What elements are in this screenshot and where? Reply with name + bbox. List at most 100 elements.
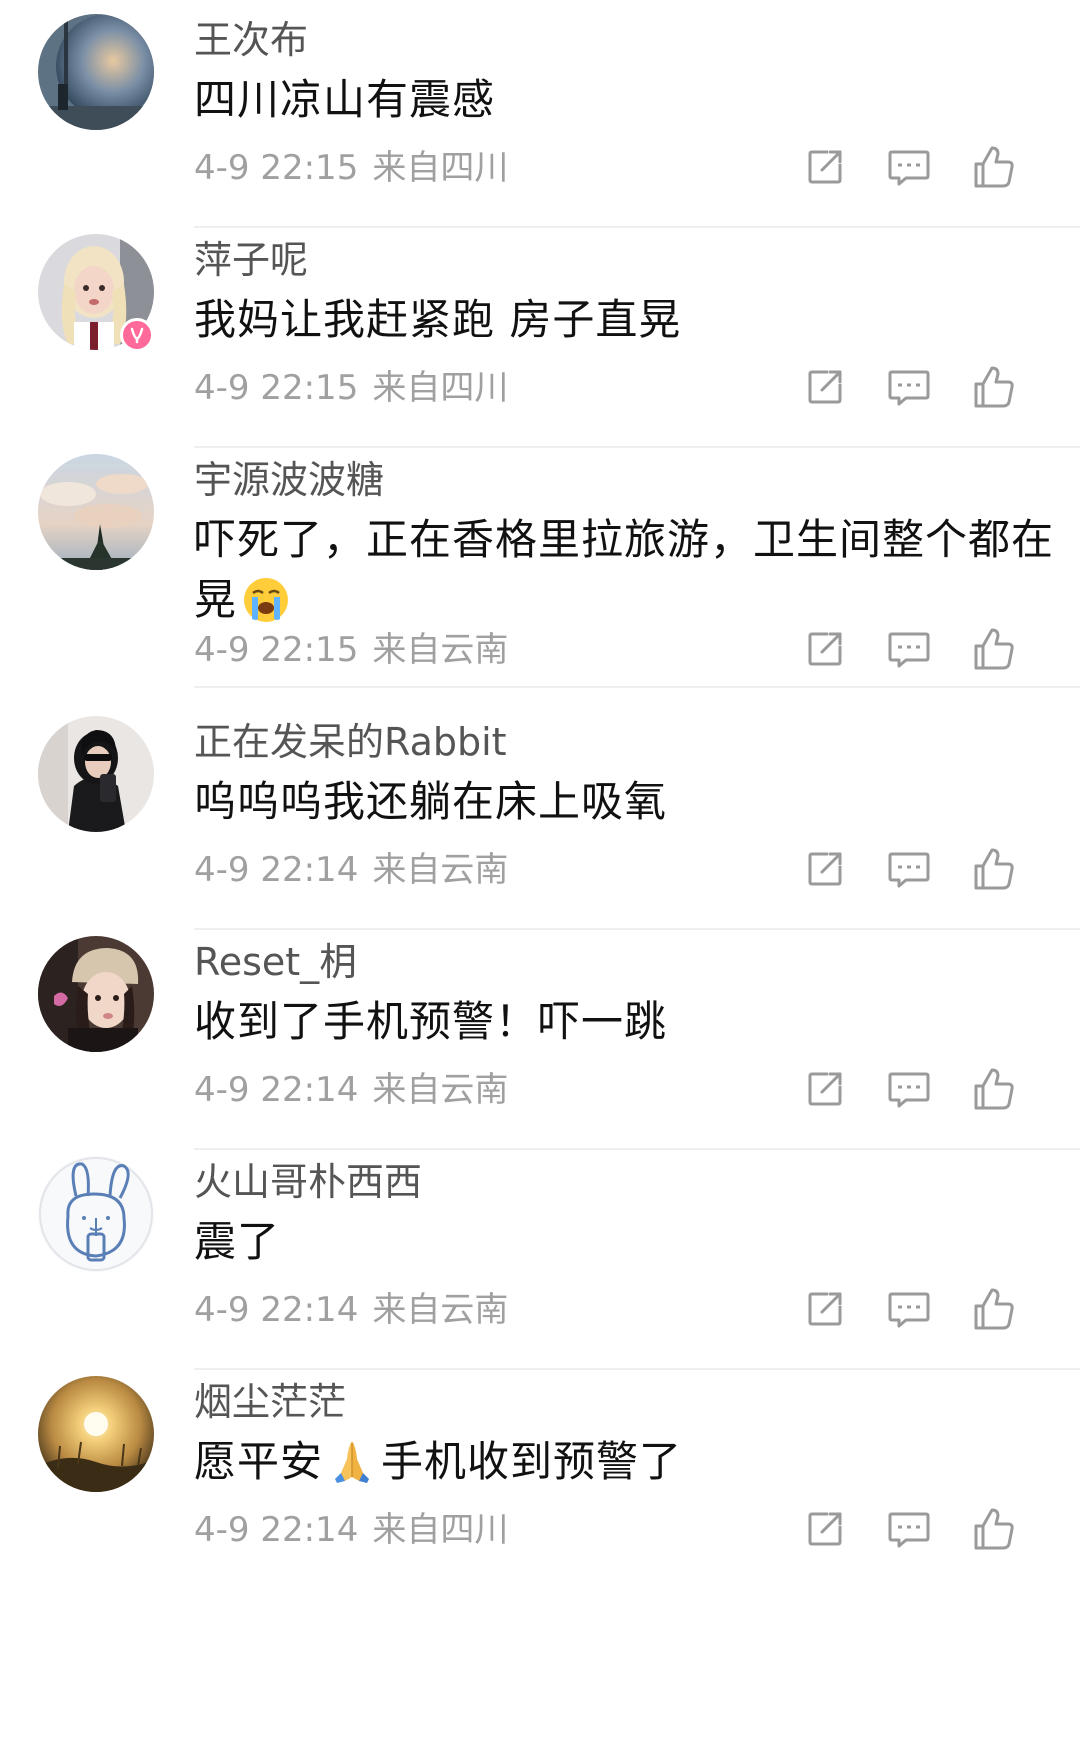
timestamp: 4-9 22:14: [194, 1290, 359, 1330]
avatar[interactable]: [38, 936, 154, 1052]
avatar[interactable]: [38, 1376, 154, 1492]
location-label: 来自四川: [372, 148, 509, 188]
comment-icon: [884, 1504, 934, 1554]
repost-icon: [800, 1284, 850, 1334]
username[interactable]: 萍子呢: [194, 234, 308, 286]
comment-text-body: 愿平安: [194, 1437, 324, 1486]
comment-text: 吓死了，正在香格里拉旅游，卫生间整个都在晃: [194, 510, 1054, 630]
comment-item: 正在发呆的Rabbit 呜呜呜我还躺在床上吸氧 4-9 22:14 来自云南: [0, 702, 1080, 930]
like-button[interactable]: [968, 362, 1018, 412]
comment-meta: 4-9 22:14 来自四川: [194, 1508, 508, 1552]
repost-icon: [800, 624, 850, 674]
crying-emoji: [241, 575, 291, 625]
timestamp: 4-9 22:14: [194, 1510, 359, 1550]
comment-actions: [800, 1064, 1060, 1114]
like-button[interactable]: [968, 844, 1018, 894]
reply-button[interactable]: [884, 142, 934, 192]
timestamp: 4-9 22:15: [194, 148, 359, 188]
avatar[interactable]: [38, 14, 154, 130]
like-button[interactable]: [968, 1064, 1018, 1114]
comment-text-body: 吓死了，正在香格里拉旅游，卫生间整个都在晃: [194, 515, 1055, 624]
repost-button[interactable]: [800, 1504, 850, 1554]
comment-meta: 4-9 22:14 来自云南: [194, 1068, 508, 1112]
username[interactable]: Reset_枂: [194, 936, 357, 988]
comment-actions: [800, 1284, 1060, 1334]
repost-icon: [800, 844, 850, 894]
comment-actions: [800, 1504, 1060, 1554]
username[interactable]: 宇源波波糖: [194, 454, 384, 506]
location-label: 来自云南: [372, 1070, 509, 1110]
comment-actions: [800, 624, 1060, 674]
comment-text: 愿平安 手机收到预警了: [194, 1432, 1054, 1492]
comment-item: 王次布四川凉山有震感 4-9 22:15 来自四川: [0, 0, 1080, 228]
username[interactable]: 火山哥朴西西: [194, 1156, 422, 1208]
location-label: 来自四川: [372, 1510, 509, 1550]
comment-icon: [884, 844, 934, 894]
divider: [194, 686, 1080, 688]
thumbs-up-icon: [968, 1284, 1018, 1334]
comment-text-body: 收到了手机预警！吓一跳: [194, 997, 668, 1046]
comment-text: 呜呜呜我还躺在床上吸氧: [194, 772, 1054, 832]
like-button[interactable]: [968, 1284, 1018, 1334]
timestamp: 4-9 22:15: [194, 630, 359, 670]
reply-button[interactable]: [884, 1064, 934, 1114]
like-button[interactable]: [968, 142, 1018, 192]
comment-text-body: 我妈让我赶紧跑 房子直晃: [194, 295, 682, 344]
reply-button[interactable]: [884, 624, 934, 674]
like-button[interactable]: [968, 1504, 1018, 1554]
verified-badge-icon: [120, 318, 154, 352]
comment-actions: [800, 142, 1060, 192]
comment-text: 四川凉山有震感: [194, 70, 1054, 130]
comment-meta: 4-9 22:15 来自四川: [194, 146, 508, 190]
reply-button[interactable]: [884, 1284, 934, 1334]
comment-meta: 4-9 22:15 来自云南: [194, 628, 508, 672]
comment-item: 火山哥朴西西 震了 4-9 22:14 来自云南: [0, 1142, 1080, 1370]
comment-icon: [884, 624, 934, 674]
location-label: 来自四川: [372, 368, 509, 408]
location-label: 来自云南: [372, 1290, 509, 1330]
like-button[interactable]: [968, 624, 1018, 674]
thumbs-up-icon: [968, 142, 1018, 192]
comment-text: 我妈让我赶紧跑 房子直晃: [194, 290, 1054, 350]
repost-button[interactable]: [800, 624, 850, 674]
comment-item: 萍子呢我妈让我赶紧跑 房子直晃 4-9 22:15 来自四川: [0, 220, 1080, 448]
repost-button[interactable]: [800, 844, 850, 894]
repost-button[interactable]: [800, 1284, 850, 1334]
timestamp: 4-9 22:14: [194, 1070, 359, 1110]
timestamp: 4-9 22:15: [194, 368, 359, 408]
comment-icon: [884, 1284, 934, 1334]
repost-button[interactable]: [800, 142, 850, 192]
thumbs-up-icon: [968, 362, 1018, 412]
username[interactable]: 正在发呆的Rabbit: [194, 716, 507, 768]
avatar[interactable]: [38, 454, 154, 570]
praying-hands-emoji: [327, 1437, 377, 1487]
repost-button[interactable]: [800, 1064, 850, 1114]
repost-button[interactable]: [800, 362, 850, 412]
avatar[interactable]: [38, 1156, 154, 1272]
thumbs-up-icon: [968, 1064, 1018, 1114]
thumbs-up-icon: [968, 624, 1018, 674]
timestamp: 4-9 22:14: [194, 850, 359, 890]
thumbs-up-icon: [968, 1504, 1018, 1554]
username[interactable]: 王次布: [194, 14, 308, 66]
thumbs-up-icon: [968, 844, 1018, 894]
username[interactable]: 烟尘茫茫: [194, 1376, 346, 1428]
comment-meta: 4-9 22:14 来自云南: [194, 1288, 508, 1332]
comment-text-body: 四川凉山有震感: [194, 75, 496, 124]
avatar[interactable]: [38, 716, 154, 832]
comment-item: 宇源波波糖吓死了，正在香格里拉旅游，卫生间整个都在晃 4-9 22:15 来自云南: [0, 440, 1080, 688]
comment-text: 收到了手机预警！吓一跳: [194, 992, 1054, 1052]
comment-actions: [800, 844, 1060, 894]
reply-button[interactable]: [884, 1504, 934, 1554]
comment-icon: [884, 362, 934, 412]
comment-meta: 4-9 22:15 来自四川: [194, 366, 508, 410]
comment-text-body: 震了: [194, 1217, 281, 1266]
repost-icon: [800, 1504, 850, 1554]
location-label: 来自云南: [372, 630, 509, 670]
comment-icon: [884, 1064, 934, 1114]
reply-button[interactable]: [884, 362, 934, 412]
repost-icon: [800, 142, 850, 192]
comment-actions: [800, 362, 1060, 412]
repost-icon: [800, 1064, 850, 1114]
reply-button[interactable]: [884, 844, 934, 894]
